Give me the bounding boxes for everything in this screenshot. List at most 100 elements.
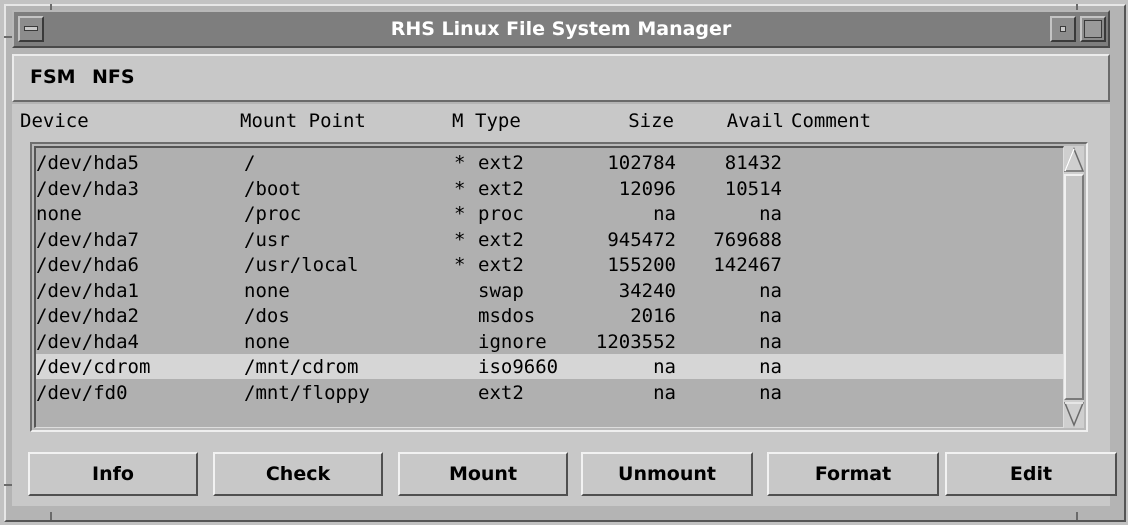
table-row[interactable]: /dev/hda1 none swap 34240 na [36,278,1063,303]
table-row[interactable]: /dev/hda5 / * ext2 102784 81432 [36,150,1063,175]
minimize-button[interactable] [1050,16,1076,42]
cell-type: ext2 [478,228,524,251]
cell-mount-point: /usr [244,228,290,251]
cell-avail: na [759,279,782,302]
scroll-up-arrow-icon [1063,147,1085,172]
main-panel: Device Mount Point M Type Size Avail Com… [12,104,1117,506]
cell-mount-point: /dos [244,305,290,327]
cell-mount-point: none [244,279,290,302]
minimize-icon [1060,26,1066,32]
cell-size: 12096 [618,177,676,200]
column-header-avail: Avail [726,110,784,132]
cell-avail: na [759,305,782,327]
cell-type: iso9660 [478,356,559,378]
table-row[interactable]: /dev/hda3/boot * ext2 12096 10514 [36,176,1063,201]
cell-avail: na [759,356,782,378]
cell-type: ext2 [478,152,524,174]
table-header: Device Mount Point M Type Size Avail Com… [12,104,1110,134]
cell-device: /dev/hda6 [36,254,139,276]
cell-device: /dev/hda5 [36,152,139,174]
column-header-device: Device [20,110,89,132]
cell-device: /dev/cdrom [36,356,151,378]
title-bar[interactable]: RHS Linux File System Manager [12,10,1110,48]
column-header-mount-point: Mount Point [240,110,366,132]
cell-size: 945472 [607,228,676,251]
cell-size: 34240 [618,279,676,302]
cell-size: 102784 [607,152,676,174]
cell-mounted: * [454,228,466,251]
scroll-down-arrow-icon [1063,402,1085,427]
cell-avail: 769688 [713,228,782,251]
cell-device: /dev/fd0 [36,381,128,404]
table-row[interactable]: /dev/hda7/usr * ext2 945472 769688 [36,227,1063,252]
table-row[interactable]: /dev/hda4 none ignore 1203552 na [36,329,1063,354]
column-header-size: Size [628,110,674,132]
cell-mounted: * [454,152,466,174]
cell-avail: 10514 [724,177,782,200]
cell-mounted: * [454,203,466,225]
filesystem-list-viewport: /dev/hda5 / * ext2 102784 81432/dev/hda3/boot… [34,146,1064,428]
vertical-scrollbar[interactable] [1063,146,1085,428]
mount-button[interactable]: Mount [398,452,568,496]
cell-avail: na [759,330,782,353]
maximize-icon [1084,20,1102,38]
table-row[interactable]: /dev/cdrom/mnt/cdrom iso9660 na na [36,354,1063,379]
cell-type: ignore [478,330,547,353]
menu-bar: FSM NFS [12,54,1110,102]
cell-mount-point: /proc [244,203,302,225]
table-row[interactable]: /dev/fd0/mnt/floppy ext2 na na [36,380,1063,405]
format-button[interactable]: Format [767,452,939,496]
menu-nfs[interactable]: NFS [92,66,135,88]
cell-device: none [36,203,82,225]
column-header-type: Type [475,110,521,132]
unmount-button[interactable]: Unmount [581,452,753,496]
cell-type: proc [478,203,524,225]
cell-mounted: * [454,177,466,200]
cell-avail: na [759,381,782,404]
resize-handle-left-bottom[interactable] [4,484,12,486]
filesystem-list[interactable]: /dev/hda5 / * ext2 102784 81432/dev/hda3/boot… [30,142,1088,432]
cell-mounted: * [454,254,466,276]
window-menu-button[interactable] [18,16,44,42]
edit-button[interactable]: Edit [945,452,1117,496]
scroll-up-button[interactable] [1063,146,1085,174]
cell-device: /dev/hda1 [36,279,139,302]
cell-device: /dev/hda7 [36,228,139,251]
cell-type: ext2 [478,381,524,404]
info-button[interactable]: Info [28,452,198,496]
cell-device: /dev/hda4 [36,330,139,353]
resize-handle-bottom-left[interactable] [50,512,52,520]
cell-mount-point: /usr/local [244,254,359,276]
cell-avail: 81432 [724,152,782,174]
cell-type: msdos [478,305,536,327]
table-row[interactable]: none/proc * proc na na [36,201,1063,226]
cell-size: 155200 [607,254,676,276]
scroll-thumb[interactable] [1064,174,1084,400]
column-header-mounted: M [452,110,464,132]
check-button[interactable]: Check [213,452,383,496]
cell-mount-point: / [244,152,256,174]
cell-mount-point: /mnt/floppy [244,381,370,404]
cell-mount-point: /mnt/cdrom [244,356,359,378]
cell-size: na [653,381,676,404]
cell-type: ext2 [478,177,524,200]
cell-size: 1203552 [595,330,676,353]
resize-handle-left-top[interactable] [4,36,12,38]
scroll-down-button[interactable] [1063,400,1085,428]
menu-fsm[interactable]: FSM [30,66,76,88]
cell-size: na [653,203,676,225]
cell-avail: na [759,203,782,225]
column-header-comment: Comment [791,110,872,132]
cell-mount-point: none [244,330,290,353]
window-title: RHS Linux File System Manager [390,18,732,40]
table-row[interactable]: /dev/hda2/dos msdos 2016 na [36,303,1063,328]
window-menu-icon [24,26,38,31]
resize-handle-bottom-right[interactable] [1076,512,1078,520]
cell-avail: 142467 [713,254,782,276]
cell-type: swap [478,279,524,302]
cell-device: /dev/hda3 [36,177,139,200]
table-row[interactable]: /dev/hda6/usr/local * ext2 155200 142467 [36,252,1063,277]
maximize-button[interactable] [1080,16,1106,42]
cell-size: 2016 [630,305,676,327]
cell-type: ext2 [478,254,524,276]
